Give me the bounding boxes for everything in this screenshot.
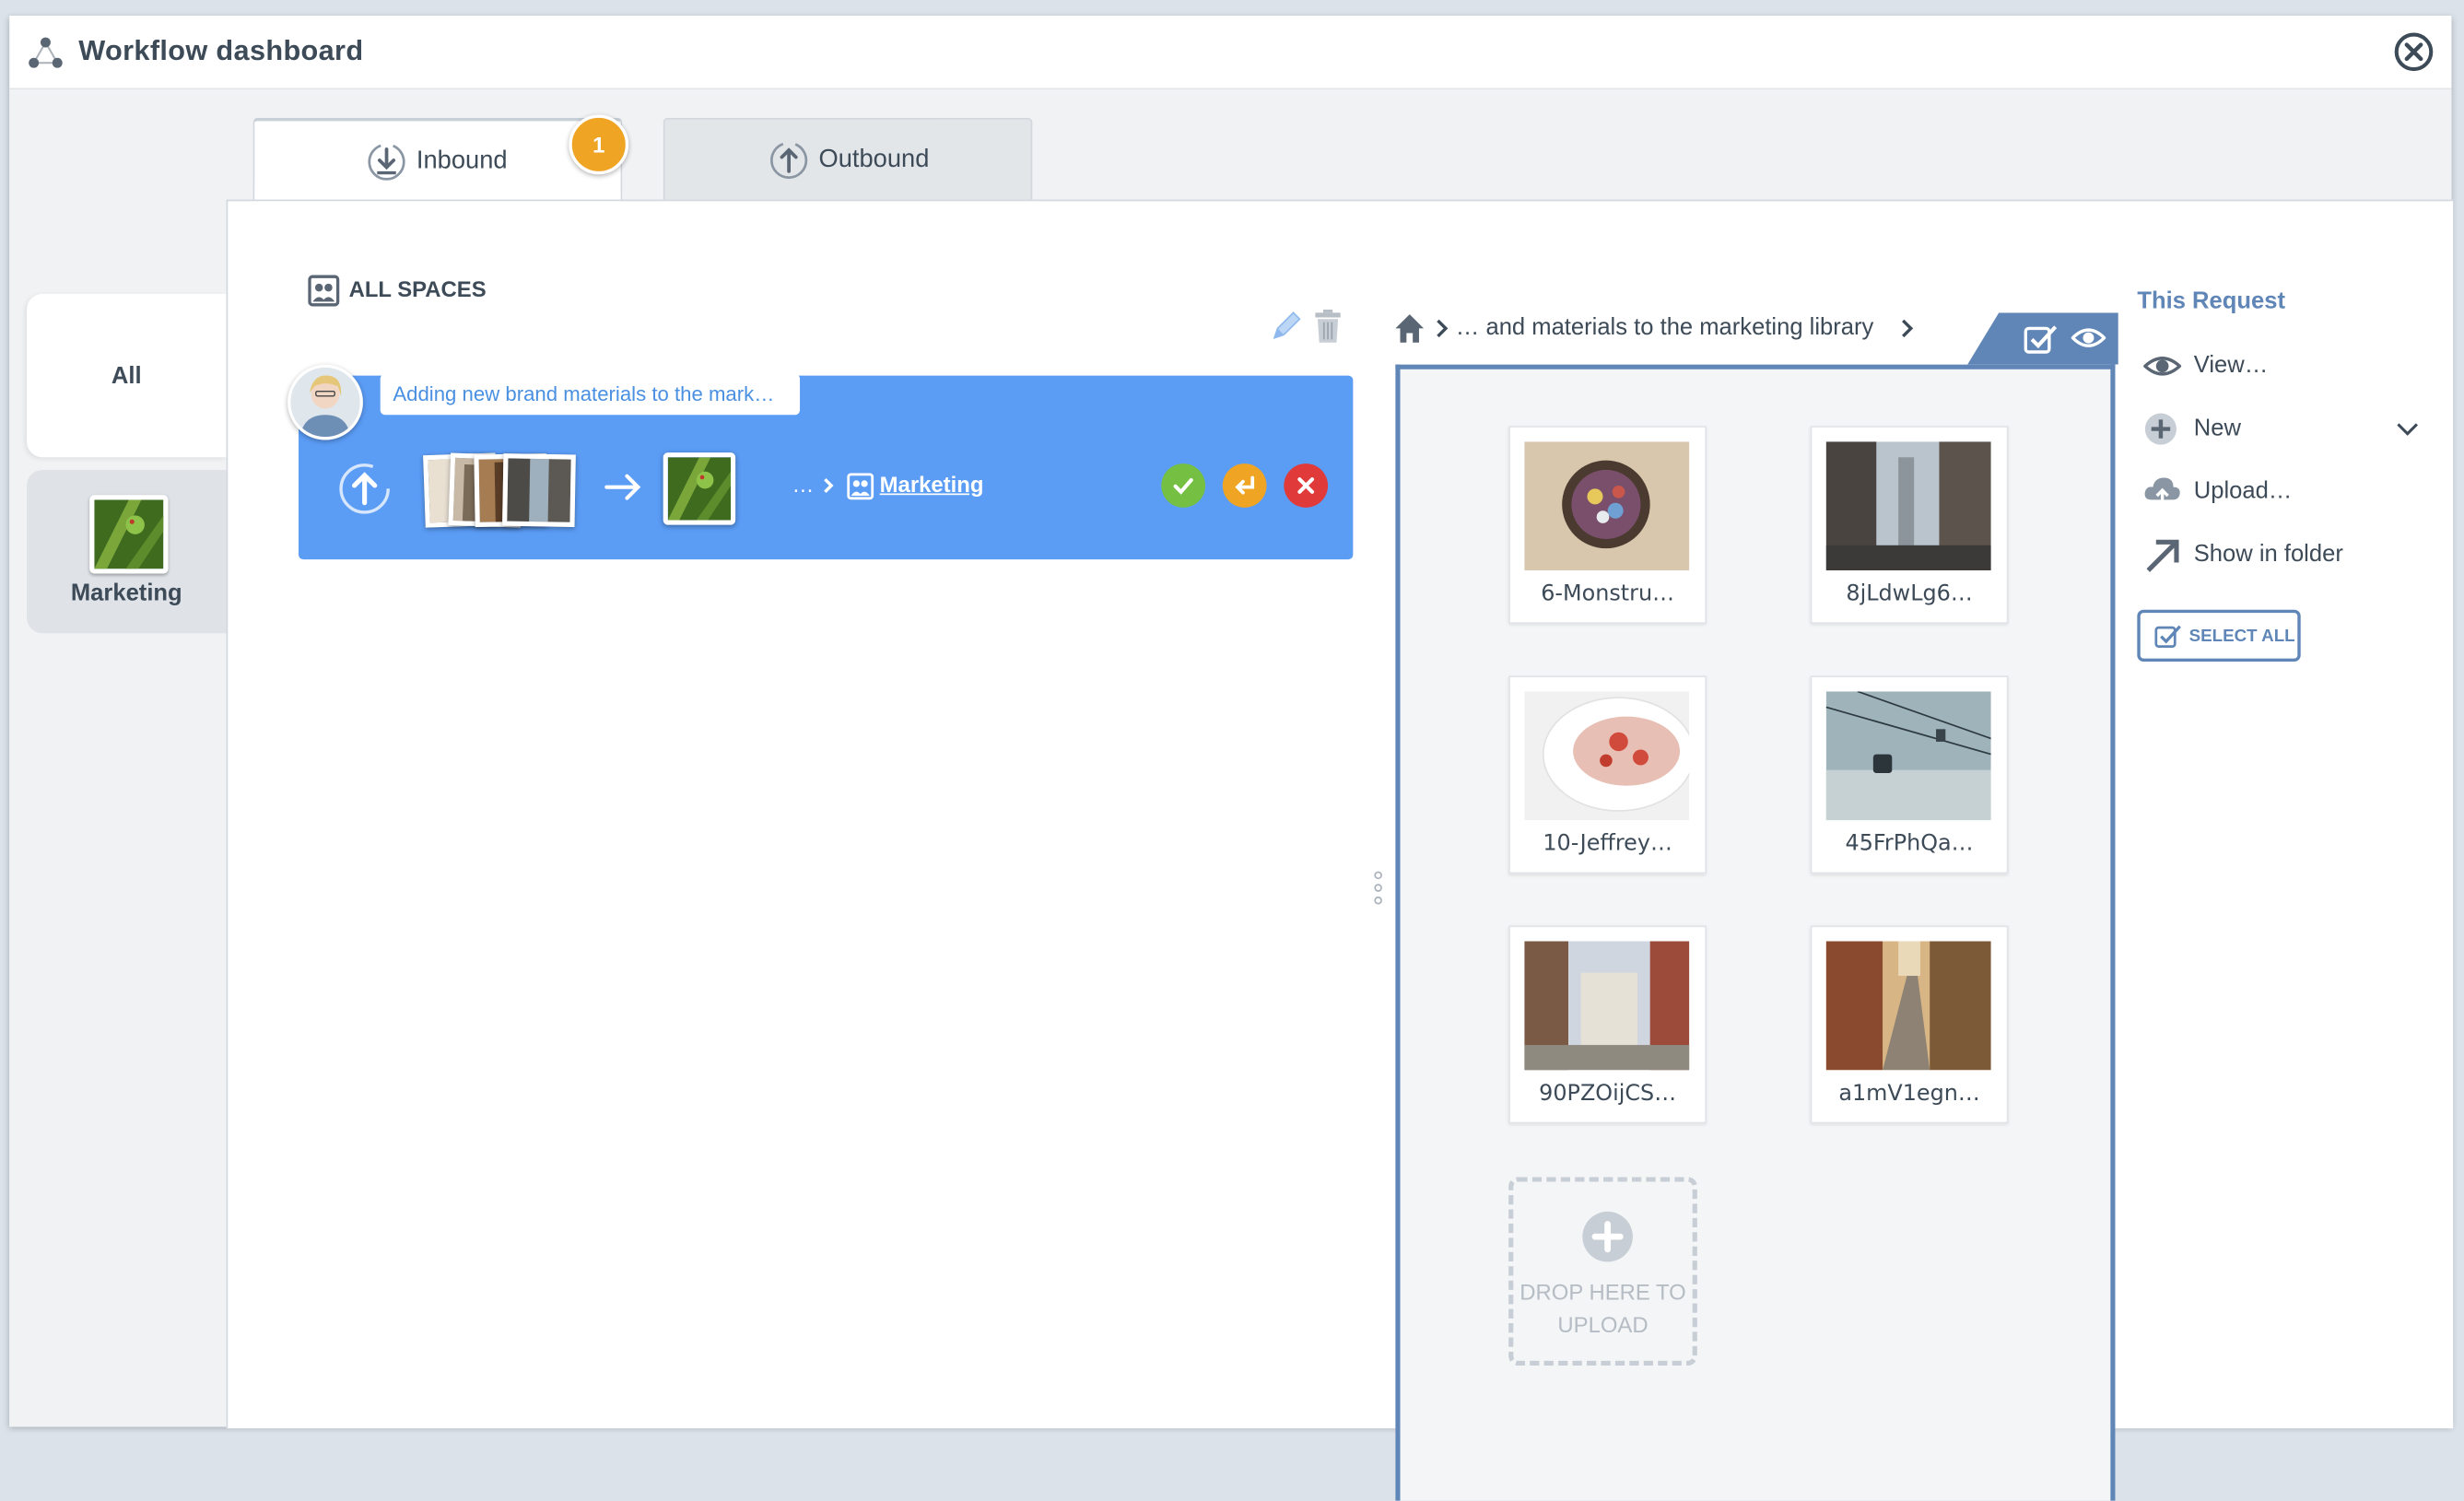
approve-button[interactable] bbox=[1161, 463, 1206, 508]
spaces-icon bbox=[846, 472, 874, 499]
window-title: Workflow dashboard bbox=[78, 34, 364, 66]
file-stack-thumbnail bbox=[502, 453, 576, 527]
file-tile[interactable]: 10-Jeffrey… bbox=[1508, 675, 1707, 874]
folder-contents: 6-Monstru… 8jLdwLg6… 10-Jeffrey… 45FrPhQ… bbox=[1395, 364, 2116, 1501]
return-button[interactable] bbox=[1222, 463, 1267, 508]
view-action[interactable]: View… bbox=[2143, 349, 2426, 387]
new-action[interactable]: New bbox=[2143, 412, 2426, 450]
all-spaces-label: ALL SPACES bbox=[348, 276, 487, 301]
upload-action[interactable]: Upload… bbox=[2143, 475, 2426, 512]
file-thumbnail bbox=[1524, 691, 1690, 821]
file-name: 8jLdwLg6… bbox=[1846, 580, 1973, 607]
reject-button[interactable] bbox=[1284, 463, 1329, 508]
file-tile[interactable]: 6-Monstru… bbox=[1508, 426, 1707, 625]
resize-handle[interactable] bbox=[1374, 867, 1383, 914]
inbound-icon bbox=[368, 143, 405, 181]
checkbox-icon bbox=[2154, 625, 2181, 648]
file-thumbnail bbox=[1524, 441, 1690, 571]
home-icon[interactable] bbox=[1392, 311, 1427, 346]
show-in-folder-action[interactable]: Show in folder bbox=[2143, 537, 2426, 575]
check-icon bbox=[1173, 477, 1193, 495]
checkbox-icon[interactable] bbox=[2024, 323, 2059, 355]
destination-ellipsis: … bbox=[792, 471, 815, 497]
outbound-icon bbox=[769, 141, 808, 180]
title-bar: Workflow dashboard bbox=[9, 16, 2452, 90]
destination-breadcrumb: … Marketing bbox=[792, 471, 984, 499]
breadcrumb-path[interactable]: … and materials to the marketing library bbox=[1456, 314, 1874, 341]
action-label: Upload… bbox=[2193, 477, 2293, 505]
avatar bbox=[287, 364, 363, 440]
file-thumbnail bbox=[1825, 941, 1991, 1071]
select-all-label: SELECT ALL bbox=[2188, 627, 2295, 646]
workflow-dashboard-dialog: Workflow dashboard Inbound 1 Outbound Al… bbox=[9, 16, 2454, 1501]
file-tile[interactable]: 90PZOijCS… bbox=[1508, 925, 1707, 1124]
eye-icon bbox=[2143, 357, 2182, 376]
return-icon bbox=[1235, 475, 1255, 495]
upload-icon bbox=[339, 463, 390, 514]
chevron-right-icon bbox=[1437, 319, 1449, 338]
chevron-down-icon[interactable] bbox=[2395, 418, 2420, 440]
select-all-button[interactable]: SELECT ALL bbox=[2137, 609, 2301, 662]
file-name: 10-Jeffrey… bbox=[1543, 831, 1672, 857]
marketing-space-thumbnail bbox=[89, 495, 169, 574]
arrow-right-icon bbox=[604, 474, 641, 500]
spaces-icon bbox=[308, 275, 340, 307]
destination-link[interactable]: Marketing bbox=[880, 472, 984, 497]
close-icon bbox=[1297, 477, 1315, 494]
sidebar-item-all[interactable]: All bbox=[26, 293, 227, 458]
action-label: View… bbox=[2193, 352, 2269, 380]
sidebar-item-marketing[interactable]: Marketing bbox=[26, 469, 227, 634]
folder-breadcrumb: … and materials to the marketing library bbox=[1392, 311, 1918, 349]
file-thumbnail bbox=[1524, 941, 1690, 1071]
sidebar-item-label: Marketing bbox=[70, 580, 182, 607]
tab-inbound-label: Inbound bbox=[416, 147, 508, 175]
action-label: New bbox=[2193, 415, 2241, 442]
dropzone-label: DROP HERE TO UPLOAD bbox=[1519, 1279, 1686, 1338]
file-thumbnail bbox=[1825, 441, 1991, 571]
trash-icon[interactable] bbox=[1314, 309, 1343, 345]
inbound-count-badge: 1 bbox=[569, 114, 629, 175]
workflow-icon bbox=[29, 37, 63, 68]
plus-icon bbox=[2144, 413, 2177, 445]
page: Workflow dashboard Inbound 1 Outbound Al… bbox=[0, 0, 2464, 1501]
sidebar-item-label: All bbox=[111, 362, 142, 390]
file-thumbnail bbox=[1825, 691, 1991, 821]
file-name: 6-Monstru… bbox=[1541, 580, 1674, 607]
plus-circle-icon bbox=[1582, 1211, 1633, 1262]
action-label: Show in folder bbox=[2193, 540, 2343, 568]
all-spaces-heading: ALL SPACES bbox=[308, 275, 487, 307]
tab-outbound-label: Outbound bbox=[818, 146, 930, 173]
pencil-icon[interactable] bbox=[1270, 308, 1305, 343]
request-message: Adding new brand materials to the mark… bbox=[380, 373, 801, 416]
tab-outbound[interactable]: Outbound bbox=[663, 117, 1033, 202]
file-name: 90PZOijCS… bbox=[1539, 1081, 1677, 1107]
chevron-right-icon bbox=[1902, 319, 1914, 338]
file-name: a1mV1egn… bbox=[1838, 1081, 1980, 1107]
close-icon[interactable] bbox=[2393, 31, 2434, 72]
dashboard-content: Inbound 1 Outbound All Marketing ALL SPA… bbox=[9, 89, 2454, 1501]
file-tile[interactable]: 8jLdwLg6… bbox=[1810, 426, 2009, 625]
panel-title: This Request bbox=[2137, 287, 2285, 315]
file-tile[interactable]: 45FrPhQa… bbox=[1810, 675, 2009, 874]
eye-icon[interactable] bbox=[2071, 323, 2106, 352]
target-space-thumbnail bbox=[663, 452, 736, 525]
tab-inbound[interactable]: Inbound bbox=[252, 117, 623, 206]
cloud-upload-icon bbox=[2144, 477, 2180, 508]
chevron-right-icon bbox=[823, 478, 834, 494]
file-name: 45FrPhQa… bbox=[1845, 831, 1974, 857]
arrow-up-right-icon bbox=[2146, 539, 2179, 572]
upload-dropzone[interactable]: DROP HERE TO UPLOAD bbox=[1508, 1177, 1697, 1366]
file-tile[interactable]: a1mV1egn… bbox=[1810, 925, 2009, 1124]
